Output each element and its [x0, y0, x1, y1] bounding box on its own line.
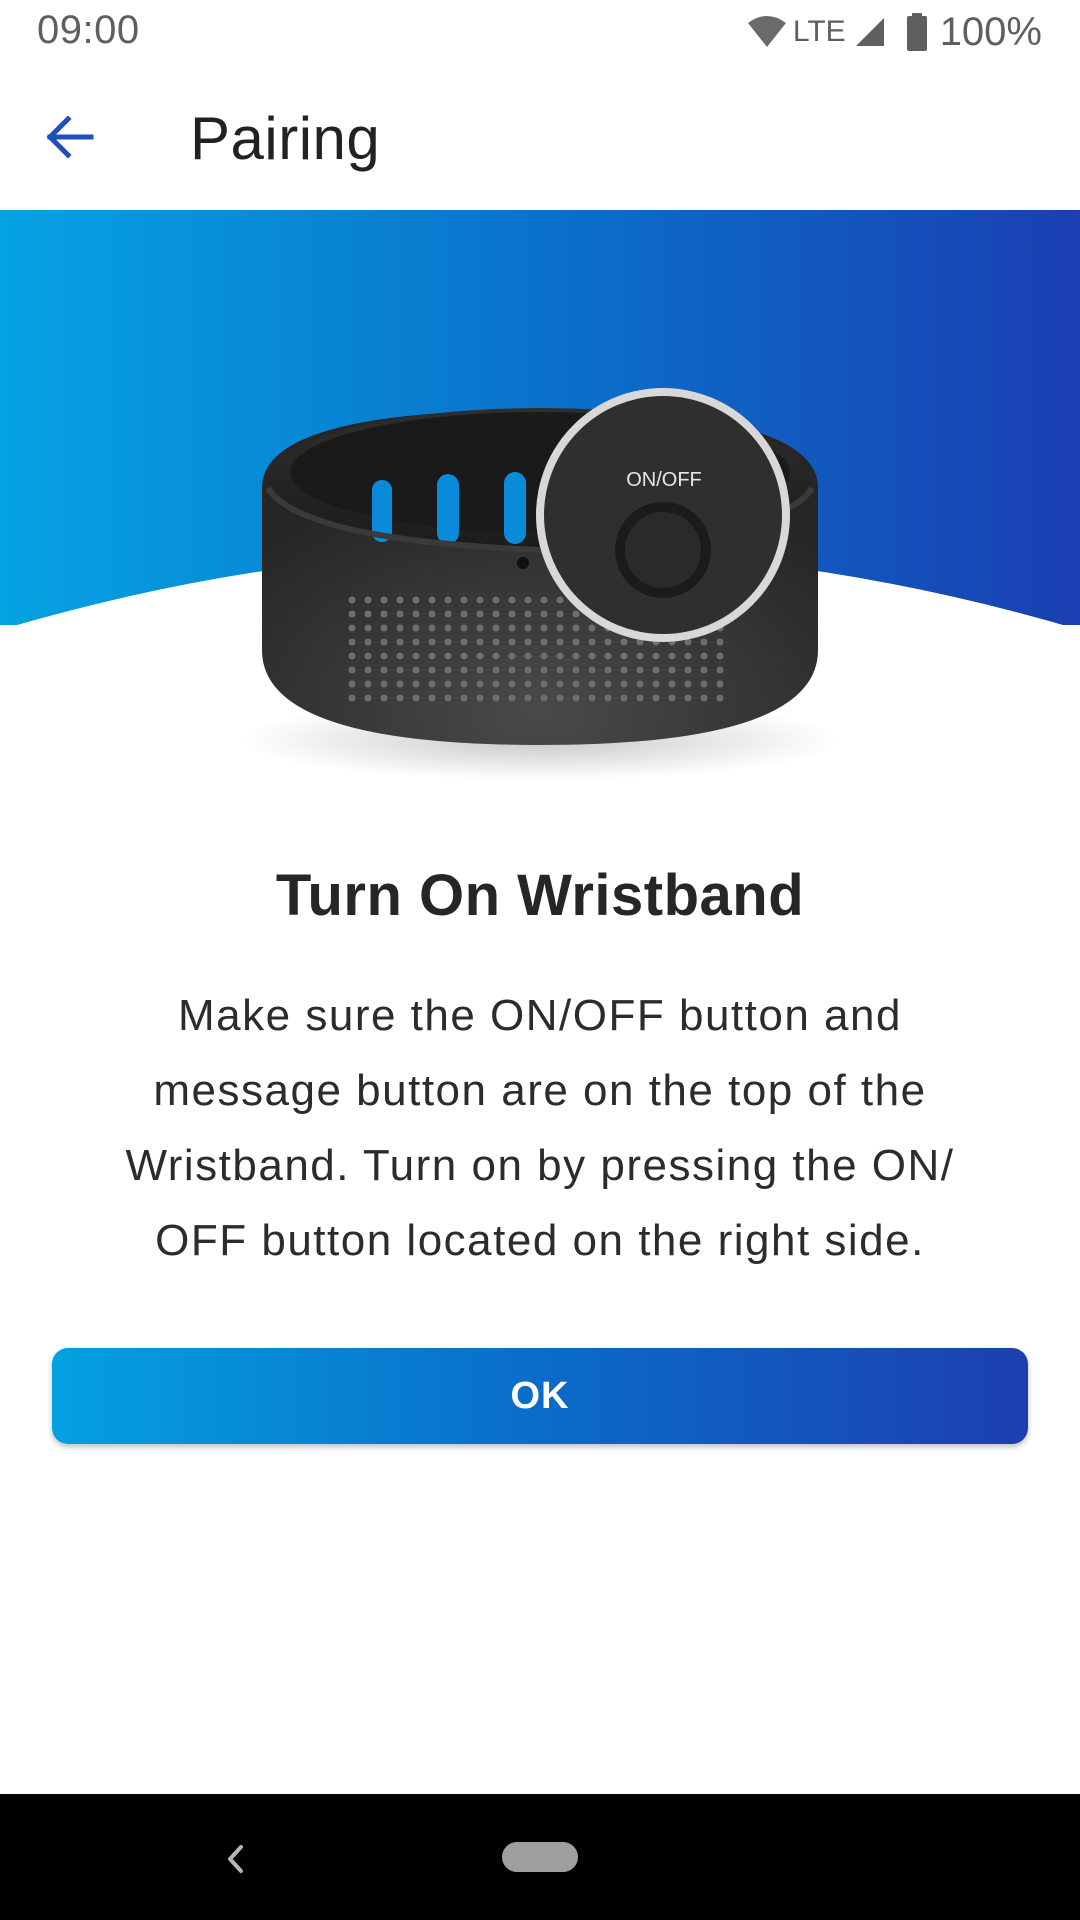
home-pill-icon[interactable] [502, 1842, 578, 1872]
battery-percent: 100% [939, 9, 1042, 54]
status-bar: 09:00 LTE 100% [0, 0, 1080, 64]
description: Make sure the ON/OFF button and message … [60, 978, 1020, 1278]
wristband-illustration: ON/OFF [0, 210, 1080, 810]
back-button[interactable] [30, 102, 110, 172]
app-bar: Pairing [0, 64, 1080, 210]
wifi-icon [747, 16, 786, 47]
description-line: message button are on the top of the [153, 1066, 927, 1115]
ok-button[interactable]: OK [52, 1348, 1028, 1444]
description-line: Wristband. Turn on by pressing the ON/ [125, 1141, 955, 1190]
network-type: LTE [792, 15, 846, 48]
heading: Turn On Wristband [275, 863, 805, 928]
nav-back-button[interactable] [210, 1834, 260, 1884]
hero-banner: ON/OFF [0, 210, 1080, 810]
system-nav-bar [0, 1794, 1080, 1920]
description-line: Make sure the ON/OFF button and [178, 991, 902, 1040]
chevron-left-icon [228, 1845, 243, 1873]
status-time: 09:00 [37, 8, 140, 52]
page-title: Pairing [190, 105, 381, 172]
arrow-left-icon [46, 116, 94, 158]
pairing-screen: 09:00 LTE 100% Pairing ON/OFF Turn On Wr… [0, 0, 1080, 1920]
battery-icon [906, 13, 927, 51]
status-icons: LTE 100% [747, 6, 1042, 58]
onoff-label: ON/OFF [626, 469, 702, 491]
description-line: OFF button located on the right side. [155, 1216, 925, 1265]
signal-icon [855, 18, 884, 46]
